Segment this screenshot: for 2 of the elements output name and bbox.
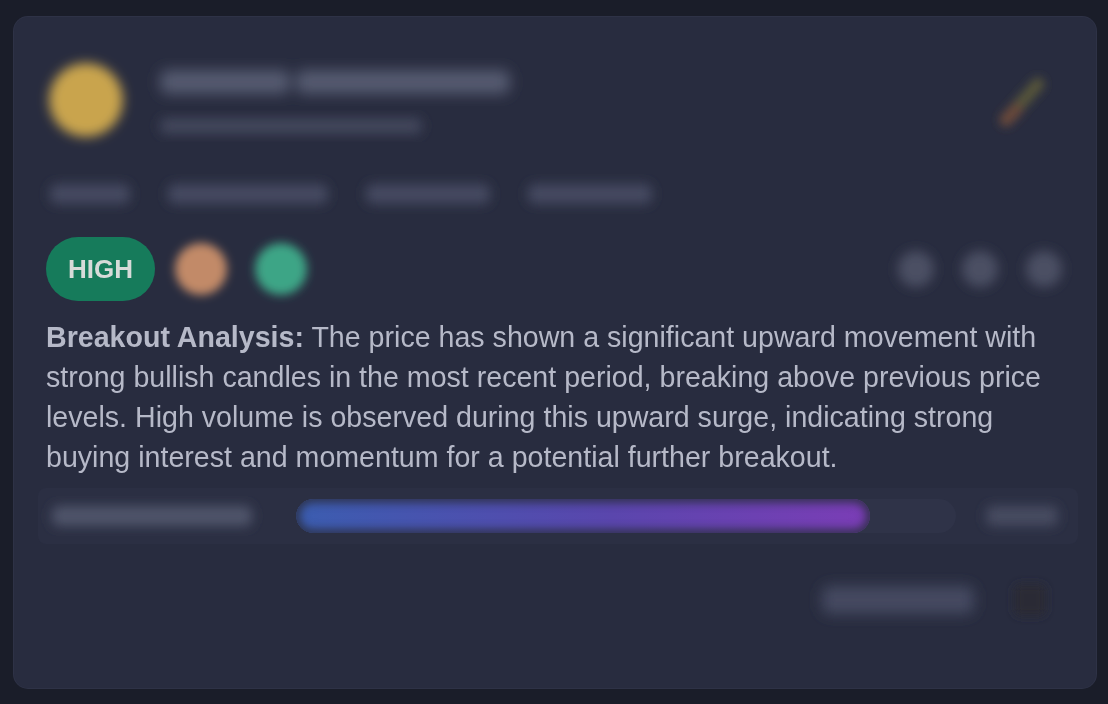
analysis-text: Breakout Analysis: The price has shown a significant upward movement with strong bullish candles in the most recent period, breaking above previous price levels. High volume is observed during this upward surge, indicating strong buying interest and momentum for a potential further breakout. — [46, 320, 1042, 475]
risk-level-badge: HIGH — [46, 237, 155, 301]
